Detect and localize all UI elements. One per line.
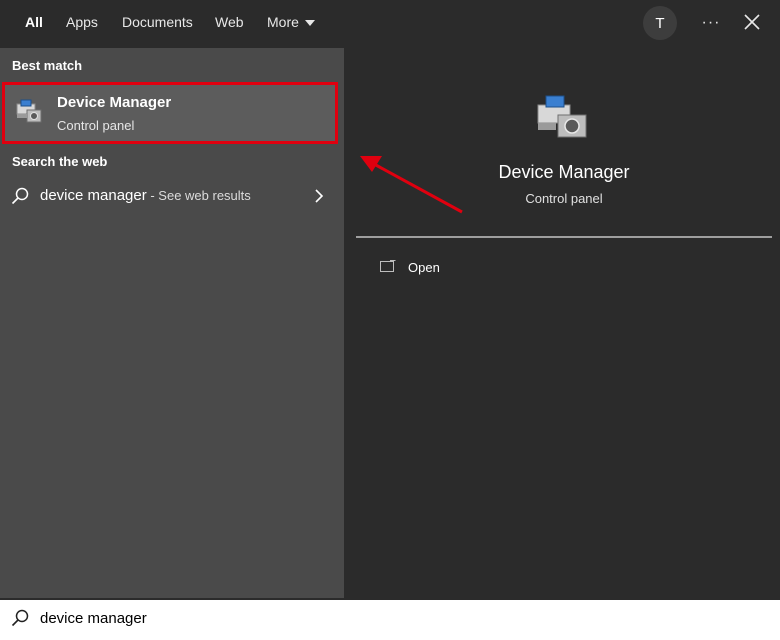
open-label: Open <box>408 260 440 275</box>
web-result-query: device manager <box>40 187 147 204</box>
best-match-title: Device Manager <box>57 94 172 111</box>
detail-subtitle: Control panel <box>525 191 603 206</box>
tab-more-label: More <box>267 14 299 30</box>
tab-web[interactable]: Web <box>215 14 244 30</box>
more-options-icon[interactable]: ··· <box>700 6 722 40</box>
device-manager-icon <box>15 98 45 126</box>
web-search-result[interactable]: device manager - See web results <box>0 178 344 214</box>
web-result-text: device manager - See web results <box>40 187 251 204</box>
tab-all[interactable]: All <box>25 14 43 30</box>
best-match-subtitle: Control panel <box>57 118 135 133</box>
web-result-suffix: - See web results <box>146 188 251 203</box>
search-web-heading: Search the web <box>12 154 108 169</box>
detail-title: Device Manager <box>498 162 630 182</box>
chevron-right-icon[interactable] <box>312 187 326 205</box>
search-filter-bar: All Apps Documents Web More T ··· <box>0 0 780 48</box>
best-match-heading: Best match <box>12 58 83 73</box>
search-icon <box>10 608 30 628</box>
best-match-device-manager[interactable]: Device Manager Control panel <box>2 82 338 144</box>
search-box[interactable] <box>0 598 780 640</box>
search-icon <box>10 186 30 206</box>
chevron-down-icon <box>304 20 315 27</box>
open-action[interactable]: Open <box>376 255 536 279</box>
results-panel: Best match Device Manager Control panel … <box>0 48 344 598</box>
open-window-icon <box>380 259 396 272</box>
close-icon[interactable] <box>741 10 763 34</box>
tab-apps[interactable]: Apps <box>66 14 98 30</box>
tab-more[interactable]: More <box>267 14 315 30</box>
tab-documents[interactable]: Documents <box>122 14 193 30</box>
avatar[interactable]: T <box>643 6 677 40</box>
search-input[interactable] <box>40 606 740 630</box>
detail-panel: Device Manager Control panel Open <box>356 61 772 598</box>
device-manager-icon <box>536 93 592 143</box>
detail-header: Device Manager Control panel <box>356 61 772 237</box>
divider <box>356 236 772 238</box>
